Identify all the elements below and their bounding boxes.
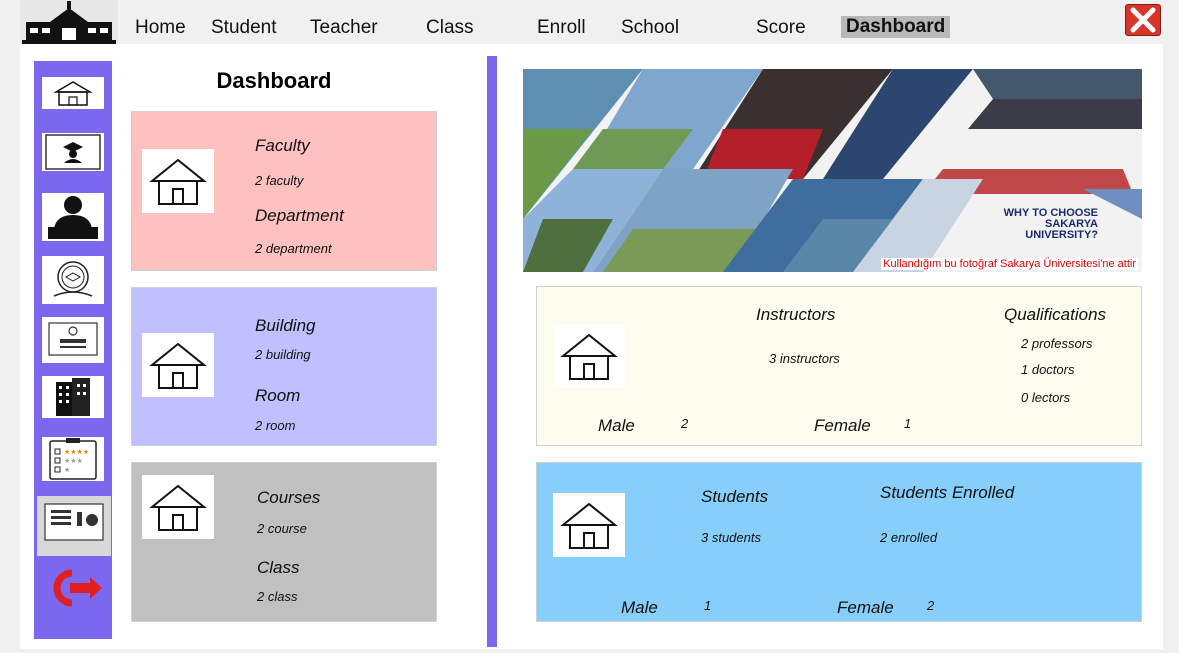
building-icon — [56, 378, 90, 416]
sidebar-item-score[interactable]: ★★★★ ★★★ ★ — [42, 437, 104, 481]
students-female-label: Female — [837, 598, 894, 617]
students-value: 3 students — [701, 530, 761, 545]
students-male-value: 1 — [704, 598, 712, 613]
students-male-label: Male — [621, 598, 658, 617]
room-value: 2 room — [255, 418, 296, 433]
instructors-male-value: 2 — [681, 416, 689, 431]
building-label: Building — [255, 316, 316, 335]
sidebar-item-student[interactable] — [42, 133, 104, 171]
instructors-male-label: Male — [598, 416, 635, 435]
class-value: 2 class — [257, 589, 298, 604]
nav-class[interactable]: Class — [426, 17, 474, 39]
nav-home[interactable]: Home — [135, 17, 186, 39]
class-label: Class — [257, 558, 300, 577]
building-card: Building 2 building Room 2 room — [131, 287, 437, 446]
university-banner: WHY TO CHOOSE SAKARYA UNIVERSITY? Kullan… — [523, 69, 1142, 272]
instructors-label: Instructors — [756, 305, 836, 324]
house-icon — [553, 493, 625, 557]
page-title: Dashboard — [216, 68, 332, 93]
courses-label: Courses — [257, 488, 321, 507]
divider — [487, 56, 497, 647]
faculty-card: Faculty 2 faculty Department 2 departmen… — [131, 111, 437, 271]
nav-school[interactable]: School — [621, 17, 679, 39]
score-icon: ★★★★ ★★★ ★ — [49, 438, 97, 480]
house-icon — [553, 324, 625, 388]
sidebar-item-home[interactable] — [42, 77, 104, 109]
instructors-female-label: Female — [814, 416, 871, 435]
students-card: Students 3 students Students Enrolled 2 … — [536, 462, 1142, 622]
students-enrolled-value: 2 enrolled — [880, 530, 938, 545]
qualifications-label: Qualifications — [1004, 305, 1107, 324]
home-icon — [53, 81, 93, 106]
sidebar-item-logout[interactable] — [42, 565, 104, 611]
house-icon — [142, 333, 214, 397]
doctors-value: 1 doctors — [1021, 362, 1075, 377]
dashboard-icon — [44, 503, 104, 541]
faculty-label: Faculty — [255, 136, 310, 155]
instructors-card: Instructors 3 instructors Qualifications… — [536, 286, 1142, 446]
class-icon — [53, 261, 93, 297]
svg-text:★: ★ — [64, 466, 70, 474]
nav-score[interactable]: Score — [756, 17, 806, 39]
students-enrolled-label: Students Enrolled — [880, 483, 1015, 502]
school-logo-icon — [20, 0, 118, 44]
graduate-icon — [45, 134, 101, 170]
house-icon — [142, 149, 214, 213]
svg-text:★★★: ★★★ — [64, 457, 83, 465]
faculty-value: 2 faculty — [255, 173, 304, 188]
close-button[interactable] — [1125, 4, 1161, 36]
students-label: Students — [701, 487, 769, 506]
building-value: 2 building — [255, 347, 311, 362]
nav-student[interactable]: Student — [211, 17, 277, 39]
banner-credit: Kullandığım bu fotoğraf Sakarya Üniversi… — [881, 258, 1138, 270]
room-label: Room — [255, 386, 301, 405]
banner-headline: WHY TO CHOOSE SAKARYA UNIVERSITY? — [1003, 207, 1098, 241]
instructors-value: 3 instructors — [769, 351, 840, 366]
banner-collage-image — [523, 69, 1142, 272]
sidebar-item-school[interactable] — [42, 376, 104, 418]
courses-value: 2 course — [257, 521, 307, 536]
house-icon — [142, 475, 214, 539]
teacher-icon — [48, 196, 98, 239]
courses-card: Courses 2 course Class 2 class — [131, 462, 437, 622]
lectors-value: 0 lectors — [1021, 390, 1071, 405]
instructors-female-value: 1 — [904, 416, 912, 431]
nav-enroll[interactable]: Enroll — [537, 17, 586, 39]
sidebar-item-class[interactable] — [42, 256, 104, 304]
sidebar-item-dashboard[interactable] — [37, 496, 111, 556]
nav-teacher[interactable]: Teacher — [310, 17, 378, 39]
close-icon — [1130, 7, 1156, 33]
students-female-value: 2 — [927, 598, 935, 613]
department-label: Department — [255, 206, 344, 225]
sidebar-item-enroll[interactable] — [42, 317, 104, 363]
enroll-icon — [48, 322, 98, 356]
department-value: 2 department — [255, 241, 332, 256]
professors-value: 2 professors — [1021, 336, 1093, 351]
sidebar-item-teacher[interactable] — [42, 193, 104, 241]
svg-text:★★★★: ★★★★ — [64, 448, 89, 456]
logout-icon — [53, 569, 102, 607]
nav-dashboard[interactable]: Dashboard — [841, 16, 951, 38]
